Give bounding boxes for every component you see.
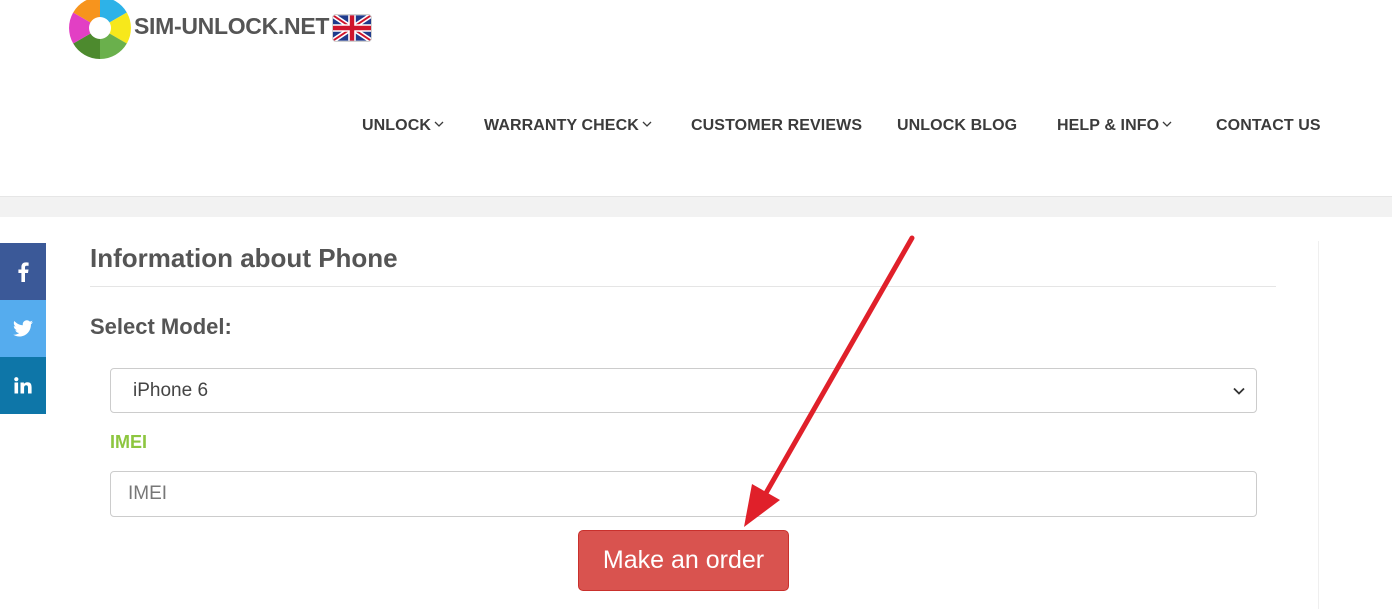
main-nav: UNLOCK WARRANTY CHECK CUSTOMER REVIEWS U… xyxy=(0,117,1392,139)
nav-item-label: WARRANTY CHECK xyxy=(484,117,639,134)
linkedin-share-button[interactable] xyxy=(0,357,46,414)
nav-item-label: UNLOCK xyxy=(362,117,432,134)
model-select-value: iPhone 6 xyxy=(133,380,209,401)
nav-item-label: HELP & INFO xyxy=(1057,117,1160,134)
chevron-down-icon xyxy=(1162,121,1172,127)
nav-item-warranty-check[interactable]: WARRANTY CHECK xyxy=(484,117,652,135)
section-title: Information about Phone xyxy=(90,243,398,273)
card-border xyxy=(1318,241,1319,609)
chevron-down-icon xyxy=(642,121,652,127)
imei-input[interactable] xyxy=(110,471,1257,517)
twitter-share-button[interactable] xyxy=(0,300,46,357)
nav-item-help-info[interactable]: HELP & INFO xyxy=(1057,117,1172,135)
site-header: SIM-UNLOCK.NET UNLOCK WARRANTY CHECK CUS… xyxy=(0,0,1392,197)
linkedin-icon xyxy=(14,377,32,394)
nav-item-unlock-blog[interactable]: UNLOCK BLOG xyxy=(897,117,1017,135)
page: SIM-UNLOCK.NET UNLOCK WARRANTY CHECK CUS… xyxy=(0,0,1392,609)
header-band xyxy=(0,197,1392,217)
facebook-icon xyxy=(18,261,29,282)
section-divider xyxy=(90,286,1276,287)
nav-item-label: CONTACT US xyxy=(1216,117,1321,134)
make-order-button[interactable]: Make an order xyxy=(578,530,789,591)
nav-item-unlock[interactable]: UNLOCK xyxy=(362,117,444,135)
uk-flag-icon[interactable] xyxy=(332,14,372,42)
imei-label: IMEI xyxy=(110,432,148,452)
twitter-icon xyxy=(13,320,33,337)
facebook-share-button[interactable] xyxy=(0,243,46,300)
social-share-bar xyxy=(0,243,46,414)
nav-item-contact-us[interactable]: CONTACT US xyxy=(1216,117,1321,135)
nav-item-customer-reviews[interactable]: CUSTOMER REVIEWS xyxy=(691,117,862,135)
select-model-label: Select Model: xyxy=(90,314,232,339)
brand-name[interactable]: SIM-UNLOCK.NET xyxy=(134,13,329,40)
chevron-down-icon xyxy=(1233,387,1245,395)
nav-item-label: CUSTOMER REVIEWS xyxy=(691,117,863,134)
model-select[interactable]: iPhone 6 xyxy=(110,368,1257,413)
aperture-logo-icon[interactable] xyxy=(68,0,132,60)
nav-item-label: UNLOCK BLOG xyxy=(897,117,1018,134)
chevron-down-icon xyxy=(434,121,444,127)
